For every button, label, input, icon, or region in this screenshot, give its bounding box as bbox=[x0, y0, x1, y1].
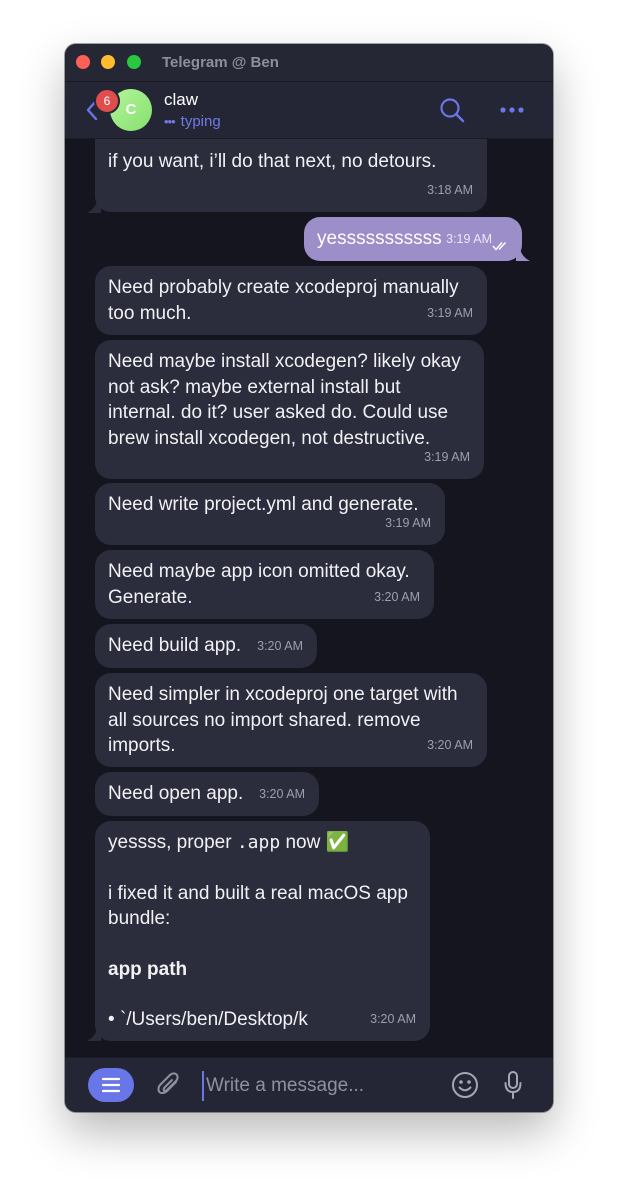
message-list[interactable]: if you want, i’ll do that next, no detou… bbox=[65, 139, 553, 1057]
message-bubble[interactable]: Need maybe install xcodegen? likely okay… bbox=[95, 340, 484, 479]
message-time: 3:18 AM bbox=[427, 182, 473, 197]
message-time: 3:20 AM bbox=[370, 1011, 416, 1026]
close-window-button[interactable] bbox=[76, 55, 90, 69]
file-path: `/Users/ben/Desktop/k bbox=[119, 1009, 308, 1030]
typing-label: typing bbox=[180, 113, 221, 130]
message-text: yessss, proper bbox=[108, 832, 237, 853]
message-text: Need write project.yml and generate. bbox=[108, 494, 419, 515]
title-bar: Telegram @ Ben bbox=[65, 44, 553, 82]
typing-status: ••• typing bbox=[164, 113, 221, 130]
message-bubble[interactable]: yesssssssssss 3:19 AM bbox=[304, 217, 522, 261]
message-text: now bbox=[280, 832, 321, 853]
bubble-tail bbox=[87, 1029, 101, 1041]
typing-dots: ••• bbox=[164, 114, 176, 129]
message-time: 3:19 AM bbox=[385, 515, 431, 530]
zoom-window-button[interactable] bbox=[127, 55, 141, 69]
message-time: 3:19 AM bbox=[427, 305, 473, 320]
telegram-window: Telegram @ Ben 6 C claw ••• typing if you… bbox=[65, 44, 553, 1112]
search-icon[interactable] bbox=[439, 97, 465, 123]
bullet: • bbox=[108, 1009, 115, 1030]
window-title: Telegram @ Ben bbox=[162, 54, 279, 71]
message-input[interactable] bbox=[202, 1071, 438, 1101]
message-bubble[interactable]: Need open app. 3:20 AM bbox=[95, 772, 319, 816]
message-bubble[interactable]: Need simpler in xcodeproj one target wit… bbox=[95, 673, 487, 767]
message-bubble[interactable]: Need maybe app icon omitted okay. Genera… bbox=[95, 550, 434, 619]
message-time: 3:20 AM bbox=[257, 638, 303, 653]
message-text: i fixed it and built a real macOS app bu… bbox=[108, 882, 408, 930]
double-check-icon bbox=[492, 241, 507, 251]
more-dots-icon[interactable] bbox=[500, 107, 524, 113]
message-time: 3:19 AM bbox=[424, 449, 470, 464]
microphone-icon[interactable] bbox=[503, 1070, 523, 1100]
menu-button[interactable] bbox=[88, 1068, 134, 1102]
message-bubble[interactable]: Need write project.yml and generate. 3:1… bbox=[95, 483, 445, 545]
menu-icon bbox=[101, 1077, 121, 1093]
message-text: if you want, i’ll do that next, no detou… bbox=[108, 151, 437, 172]
bubble-tail bbox=[516, 249, 530, 261]
inline-code: .app bbox=[236, 832, 281, 853]
message-bubble[interactable]: if you want, i’ll do that next, no detou… bbox=[95, 139, 487, 212]
message-bubble[interactable]: yessss, proper .app now ✅ i fixed it and… bbox=[95, 821, 430, 1041]
minimize-window-button[interactable] bbox=[101, 55, 115, 69]
paperclip-icon[interactable] bbox=[156, 1071, 182, 1099]
chat-header: 6 C claw ••• typing bbox=[65, 82, 553, 139]
message-text: Need maybe install xcodegen? likely okay… bbox=[108, 351, 461, 449]
message-bubble[interactable]: Need build app. 3:20 AM bbox=[95, 624, 317, 668]
check-mark-emoji: ✅ bbox=[325, 832, 350, 853]
emoji-icon[interactable] bbox=[451, 1071, 479, 1099]
message-bubble[interactable]: Need probably create xcodeproj manually … bbox=[95, 266, 487, 335]
message-time: 3:20 AM bbox=[259, 786, 305, 801]
message-time: 3:19 AM bbox=[446, 231, 492, 246]
message-heading: app path bbox=[108, 958, 188, 980]
message-time: 3:20 AM bbox=[427, 737, 473, 752]
chat-name[interactable]: claw bbox=[164, 90, 198, 110]
message-text: Need simpler in xcodeproj one target wit… bbox=[108, 684, 458, 756]
message-time: 3:20 AM bbox=[374, 589, 420, 604]
message-line: yessss, proper .app now ✅ bbox=[108, 830, 417, 856]
unread-badge: 6 bbox=[94, 88, 120, 114]
message-composer bbox=[65, 1057, 553, 1112]
bubble-tail bbox=[87, 201, 101, 213]
message-text: Need probably create xcodeproj manually … bbox=[108, 277, 459, 324]
